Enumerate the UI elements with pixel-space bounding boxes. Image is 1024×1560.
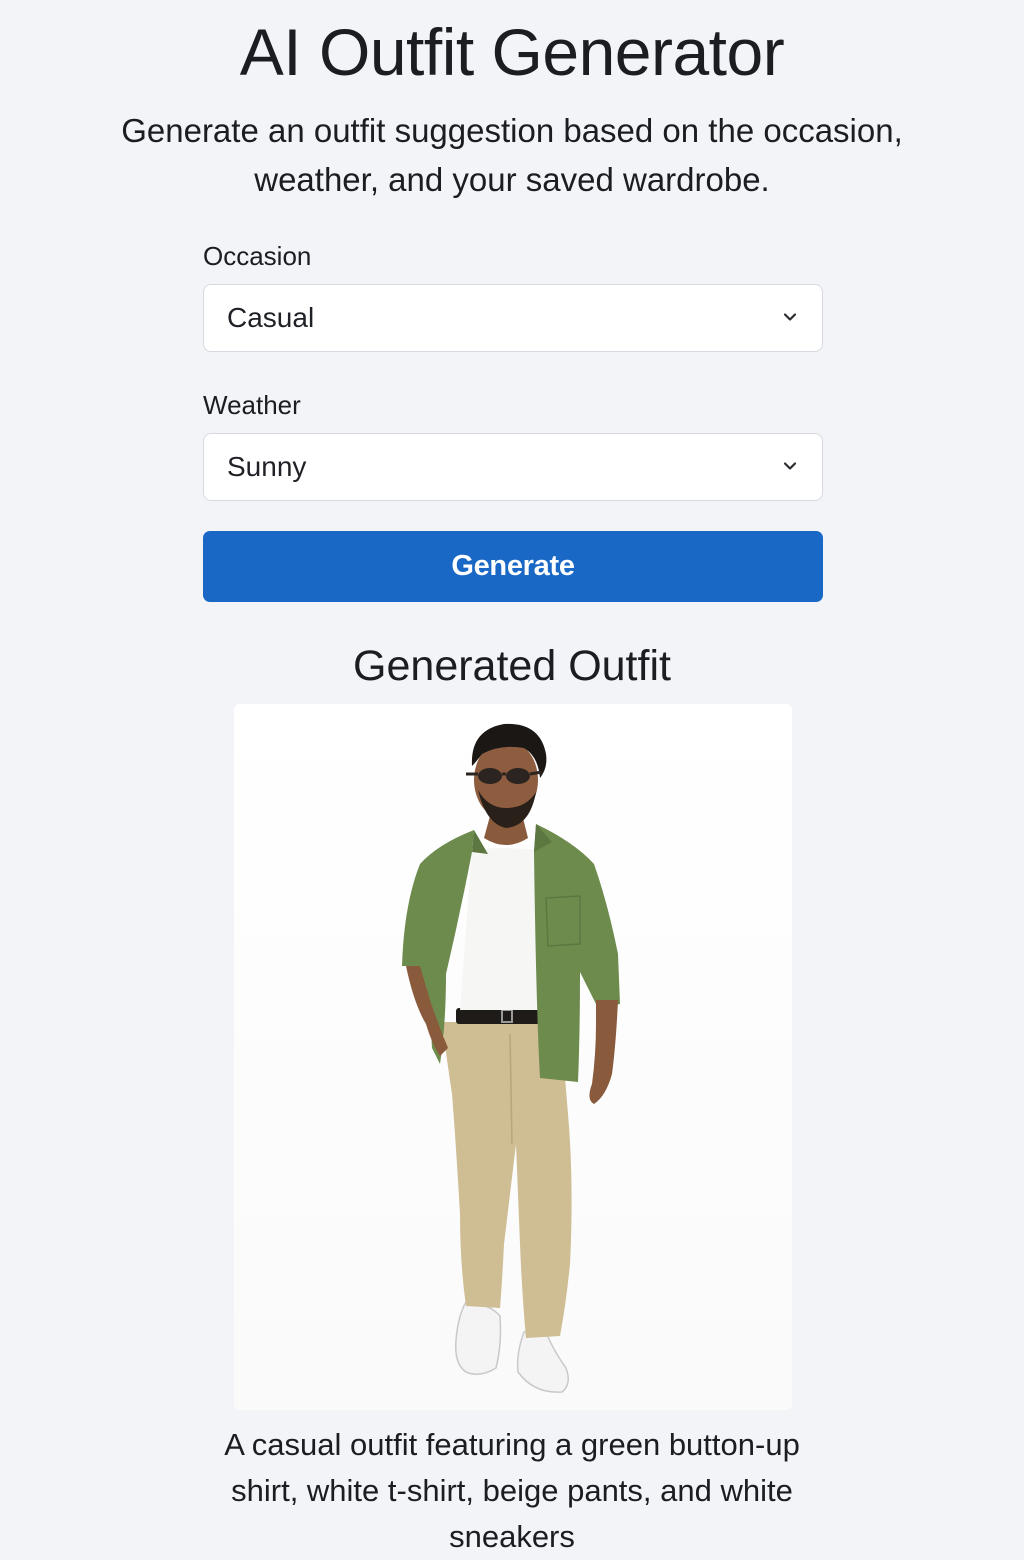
result-heading: Generated Outfit [353, 642, 671, 690]
outfit-illustration [234, 704, 792, 1410]
occasion-label: Occasion [203, 241, 312, 271]
page-subtitle: Generate an outfit suggestion based on t… [121, 112, 903, 198]
belt [456, 1008, 540, 1024]
outfit-description: A casual outfit featuring a green button… [224, 1427, 800, 1554]
occasion-selected-value: Casual [227, 302, 315, 333]
t-shirt [460, 848, 540, 1010]
left-sneaker [454, 1301, 502, 1375]
generate-button[interactable]: Generate [203, 531, 823, 602]
chevron-down-icon [783, 313, 797, 321]
occasion-select[interactable]: Casual [203, 284, 823, 352]
weather-select[interactable]: Sunny [203, 433, 823, 501]
weather-selected-value: Sunny [227, 451, 307, 482]
outfit-image [234, 704, 792, 1410]
weather-label: Weather [203, 390, 301, 420]
chevron-down-icon [783, 462, 797, 470]
outfit-form: Occasion Casual Weather Sunny Generate [203, 232, 823, 602]
page-title: AI Outfit Generator [239, 15, 785, 89]
